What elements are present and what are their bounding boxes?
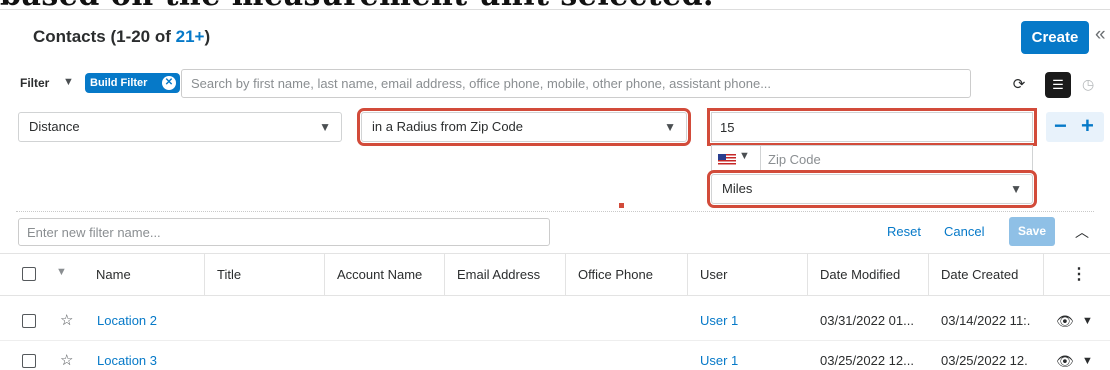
operator-select[interactable]: in a Radius from Zip Code ▼ bbox=[357, 108, 691, 146]
date-modified-cell: 03/25/2022 12... bbox=[820, 353, 914, 368]
filter-name-input[interactable] bbox=[18, 218, 550, 246]
column-header-date-created[interactable]: Date Created bbox=[928, 254, 1018, 295]
chevron-up-icon[interactable]: ︿ bbox=[1075, 222, 1089, 242]
more-options-icon[interactable]: ⋮ bbox=[1071, 264, 1087, 284]
add-row-button[interactable]: + bbox=[1081, 114, 1094, 138]
radius-value-input[interactable] bbox=[707, 108, 1037, 146]
divider bbox=[1043, 254, 1044, 295]
table-header: ▼ Name Title Account Name Email Address … bbox=[0, 253, 1110, 296]
user-link[interactable]: User 1 bbox=[700, 341, 738, 370]
list-view-icon[interactable]: ☰ bbox=[1045, 72, 1071, 98]
page-title-suffix: ) bbox=[204, 27, 211, 46]
save-button[interactable]: Save bbox=[1009, 217, 1055, 246]
chevron-down-icon[interactable]: ▼ bbox=[739, 150, 750, 162]
build-filter-label: Build Filter bbox=[90, 77, 148, 89]
chevron-down-icon[interactable]: ▼ bbox=[1082, 341, 1093, 370]
column-header-date-modified[interactable]: Date Modified bbox=[807, 254, 900, 295]
contact-name-link[interactable]: Location 2 bbox=[97, 301, 157, 341]
annotation-marker bbox=[619, 203, 624, 208]
record-count-link[interactable]: 21+ bbox=[176, 27, 205, 46]
user-link[interactable]: User 1 bbox=[700, 301, 738, 341]
build-filter-pill[interactable]: Build Filter ✕ bbox=[85, 73, 180, 93]
chevron-down-icon: ▼ bbox=[664, 120, 676, 134]
cancel-button[interactable]: Cancel bbox=[944, 224, 984, 239]
page-title: Contacts (1-20 of 21+) bbox=[33, 27, 210, 47]
divider bbox=[760, 146, 761, 172]
contact-name-link[interactable]: Location 3 bbox=[97, 341, 157, 370]
chevron-down-icon[interactable]: ▼ bbox=[1082, 301, 1093, 341]
column-header-email-address[interactable]: Email Address bbox=[444, 254, 540, 295]
column-header-name[interactable]: Name bbox=[84, 254, 131, 295]
cropped-heading: based on the measurement unit selected. bbox=[0, 0, 1110, 10]
unit-select[interactable]: Miles ▼ bbox=[707, 170, 1037, 208]
us-flag-icon[interactable] bbox=[718, 154, 736, 165]
create-button[interactable]: Create bbox=[1021, 21, 1089, 54]
divider bbox=[16, 211, 1094, 212]
row-checkbox[interactable] bbox=[22, 354, 36, 368]
star-icon[interactable]: ☆ bbox=[60, 341, 73, 370]
collapse-panel-icon[interactable]: « bbox=[1095, 24, 1106, 46]
reset-button[interactable]: Reset bbox=[887, 224, 921, 239]
refresh-icon[interactable]: ⟳ bbox=[1009, 75, 1029, 95]
date-created-cell: 03/14/2022 11:. bbox=[941, 313, 1031, 328]
row-checkbox[interactable] bbox=[22, 314, 36, 328]
chevron-down-icon[interactable]: ▼ bbox=[56, 266, 67, 278]
filter-label[interactable]: Filter bbox=[20, 76, 49, 90]
operator-select-value: in a Radius from Zip Code bbox=[372, 119, 524, 134]
page-title-prefix: Contacts (1-20 of bbox=[33, 27, 176, 46]
row-controls: − + bbox=[1046, 112, 1104, 142]
field-select[interactable]: Distance ▼ bbox=[18, 112, 342, 142]
cropped-heading-text: based on the measurement unit selected. bbox=[0, 0, 714, 10]
unit-select-value: Miles bbox=[722, 181, 753, 196]
zip-code-input[interactable] bbox=[768, 149, 1018, 169]
table-row[interactable]: ☆ Location 3 User 1 03/25/2022 12... 03/… bbox=[0, 341, 1110, 370]
column-header-title[interactable]: Title bbox=[204, 254, 241, 295]
date-modified-cell: 03/31/2022 01... bbox=[820, 313, 914, 328]
column-header-user[interactable]: User bbox=[687, 254, 727, 295]
close-icon[interactable]: ✕ bbox=[162, 76, 176, 90]
zip-code-row: ▼ bbox=[711, 145, 1033, 173]
remove-row-button[interactable]: − bbox=[1054, 114, 1067, 138]
select-all-checkbox[interactable] bbox=[22, 267, 36, 281]
chevron-down-icon: ▼ bbox=[1010, 182, 1022, 196]
column-header-office-phone[interactable]: Office Phone bbox=[565, 254, 653, 295]
eye-icon[interactable]: 👁 bbox=[1056, 341, 1074, 370]
date-created-cell: 03/25/2022 12. bbox=[941, 353, 1028, 368]
chevron-down-icon[interactable]: ▼ bbox=[63, 76, 74, 88]
star-icon[interactable]: ☆ bbox=[60, 301, 73, 341]
table-row[interactable]: ☆ Location 2 User 1 03/31/2022 01... 03/… bbox=[0, 301, 1110, 341]
eye-icon[interactable]: 👁 bbox=[1056, 301, 1074, 341]
column-header-account-name[interactable]: Account Name bbox=[324, 254, 422, 295]
clock-icon[interactable]: ◷ bbox=[1082, 76, 1094, 93]
chevron-down-icon: ▼ bbox=[319, 120, 331, 134]
search-input[interactable] bbox=[181, 69, 971, 98]
field-select-value: Distance bbox=[29, 119, 80, 134]
